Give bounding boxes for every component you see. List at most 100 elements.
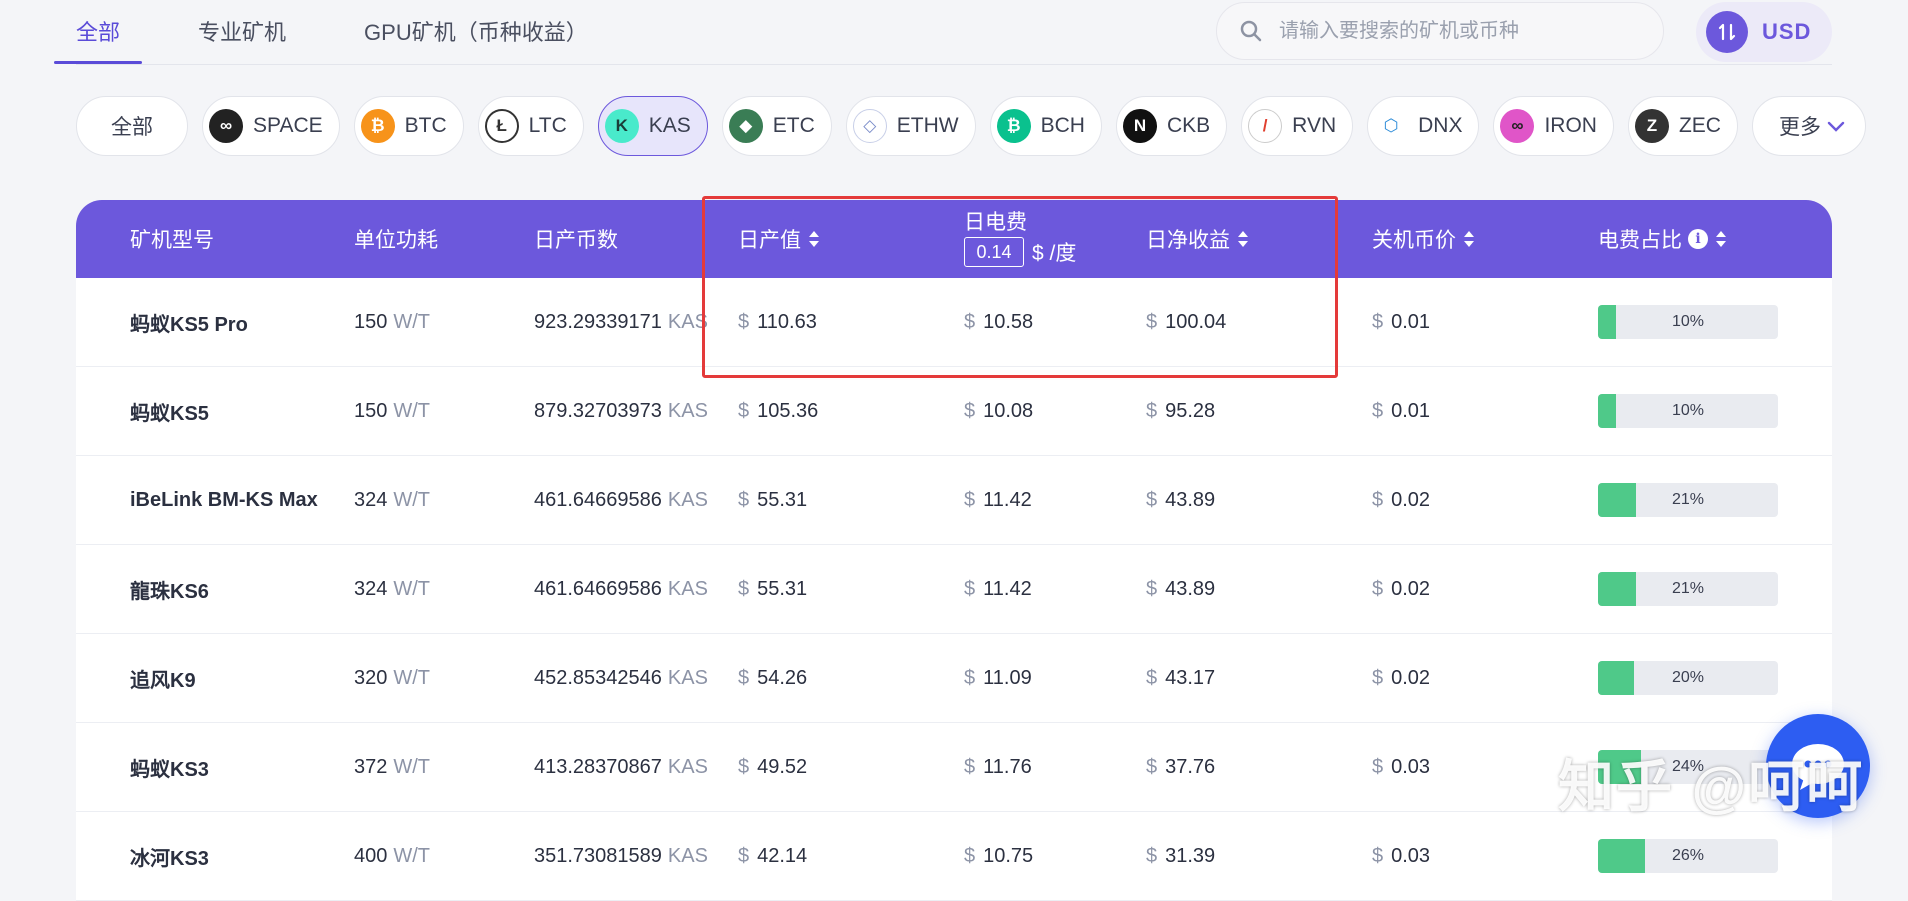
coin-filter-btc[interactable]: ₿ BTC <box>353 96 464 156</box>
cell-shutdown-price: $0.03 <box>1372 844 1431 867</box>
cell-shutdown-price: $0.03 <box>1372 755 1431 778</box>
coin-filter-ethw[interactable]: ◇ ETHW <box>845 96 976 156</box>
electricity-price-input[interactable]: 0.14 <box>964 237 1024 267</box>
coin-unit: KAS <box>667 399 708 422</box>
cell-model: 蚂蚁KS5 Pro <box>130 313 248 336</box>
cell-elec-ratio: 26% <box>1598 812 1778 900</box>
ethw-coin-icon: ◇ <box>852 109 887 143</box>
watermark: 知乎 @呵呵 <box>1558 755 1865 818</box>
cell-model: iBeLink BM-KS Max <box>130 488 318 511</box>
coin-filter-bch[interactable]: ₿ BCH <box>989 96 1102 156</box>
coin-filter-kas[interactable]: K KAS <box>597 96 708 156</box>
coin-label: ZEC <box>1678 114 1721 137</box>
cell-daily-profit: $100.04 <box>1146 310 1227 333</box>
coin-filter-space[interactable]: ∞ SPACE <box>202 96 340 156</box>
cell-daily-coins: 923.29339171 KAS <box>534 310 708 333</box>
tab-professional-miners[interactable]: 专业矿机 <box>198 0 286 64</box>
search-input[interactable] <box>1277 18 1641 44</box>
cell-power: 150 W/T <box>354 399 431 422</box>
coin-label: SPACE <box>253 114 323 137</box>
elec-ratio-label: 26% <box>1671 847 1705 864</box>
iron-coin-icon: ∞ <box>1500 109 1535 143</box>
coin-label: RVN <box>1292 114 1337 137</box>
coin-filter-iron[interactable]: ∞ IRON <box>1493 96 1614 156</box>
dnx-coin-icon: ⬡ <box>1374 109 1409 143</box>
coin-label: KAS <box>648 114 691 137</box>
tab-all[interactable]: 全部 <box>53 0 143 64</box>
coin-label: DNX <box>1418 114 1463 137</box>
coin-label: CKB <box>1166 114 1211 137</box>
cell-shutdown-price: $0.01 <box>1372 310 1431 333</box>
power-unit: W/T <box>393 755 431 778</box>
coin-filter-all[interactable]: 全部 <box>76 96 188 156</box>
coin-filter-rvn[interactable]: / RVN <box>1241 96 1354 156</box>
coin-filter-ckb[interactable]: N CKB <box>1115 96 1228 156</box>
elec-ratio-bar: 10% <box>1598 305 1778 339</box>
header-shutdown-price[interactable]: 关机币价 <box>1372 200 1474 278</box>
cell-daily-profit: $43.89 <box>1146 488 1216 511</box>
coin-unit: KAS <box>667 755 708 778</box>
coin-unit: KAS <box>667 577 708 600</box>
header-daily-value[interactable]: 日产值 <box>738 200 819 278</box>
table-row[interactable]: 蚂蚁KS5 Pro 150 W/T 923.29339171 KAS $110.63… <box>76 278 1832 367</box>
header-elec-ratio[interactable]: 电费占比 i <box>1598 200 1726 278</box>
table-row[interactable]: 蚂蚁KS5 150 W/T 879.32703973 KAS $105.36 $10… <box>76 367 1832 456</box>
cell-daily-coins: 413.28370867 KAS <box>534 755 708 778</box>
table-row[interactable]: 冰河KS3 400 W/T 351.73081589 KAS $42.14 $10.… <box>76 812 1832 901</box>
cell-elec-ratio: 21% <box>1598 545 1778 633</box>
cell-daily-coins: 452.85342546 KAS <box>534 666 708 689</box>
cell-daily-profit: $31.39 <box>1146 844 1216 867</box>
cell-elec-ratio: 20% <box>1598 634 1778 722</box>
elec-ratio-bar: 21% <box>1598 483 1778 517</box>
more-coins-button[interactable]: 更多 <box>1751 96 1866 156</box>
coin-label: ETHW <box>896 114 959 137</box>
sort-icon <box>809 231 819 247</box>
tab-gpu-miners[interactable]: GPU矿机（币种收益） <box>364 0 588 64</box>
power-unit: W/T <box>393 844 431 867</box>
cell-daily-elec: $11.76 <box>964 755 1032 778</box>
coin-filter-etc[interactable]: ◆ ETC <box>721 96 832 156</box>
power-unit: W/T <box>393 666 431 689</box>
power-unit: W/T <box>393 488 431 511</box>
cell-power: 320 W/T <box>354 666 431 689</box>
swap-icon <box>1706 11 1748 53</box>
cell-shutdown-price: $0.01 <box>1372 399 1431 422</box>
ckb-coin-icon: N <box>1122 109 1157 143</box>
coin-unit: KAS <box>667 488 708 511</box>
info-icon[interactable]: i <box>1688 229 1708 249</box>
cell-model: 蚂蚁KS5 <box>130 402 209 425</box>
elec-ratio-label: 10% <box>1671 313 1705 330</box>
table-row[interactable]: iBeLink BM-KS Max 324 W/T 461.64669586 KAS… <box>76 456 1832 545</box>
coin-filter-zec[interactable]: Z ZEC <box>1627 96 1738 156</box>
search-box[interactable] <box>1216 2 1664 60</box>
coin-label: 全部 <box>111 116 153 139</box>
coin-filter-ltc[interactable]: Ł LTC <box>477 96 584 156</box>
cell-daily-elec: $10.58 <box>964 310 1034 333</box>
cell-model: 追风K9 <box>130 669 196 692</box>
coin-label: LTC <box>528 114 567 137</box>
header-daily-profit[interactable]: 日净收益 <box>1146 200 1248 278</box>
currency-switch[interactable]: USD <box>1696 2 1832 62</box>
table-row[interactable]: 追风K9 320 W/T 452.85342546 KAS $54.26 $11.0… <box>76 634 1832 723</box>
cell-daily-value: $49.52 <box>738 755 808 778</box>
cell-model: 蚂蚁KS3 <box>130 758 209 781</box>
bch-coin-icon: ₿ <box>996 109 1031 143</box>
cell-daily-elec: $10.08 <box>964 399 1034 422</box>
cell-daily-elec: $11.42 <box>964 488 1032 511</box>
header-model: 矿机型号 <box>130 229 214 252</box>
tabs-divider <box>76 64 1832 65</box>
coin-filter-row: 全部 ∞ SPACE ₿ BTC Ł LTC K KAS ◆ ETC ◇ ETH… <box>76 96 1866 156</box>
cell-daily-profit: $95.28 <box>1146 399 1216 422</box>
coin-label: BTC <box>404 114 447 137</box>
table-row[interactable]: 龍珠KS6 324 W/T 461.64669586 KAS $55.31 $11.… <box>76 545 1832 634</box>
cell-daily-coins: 461.64669586 KAS <box>534 577 708 600</box>
header-daily-elec: 日电费 0.14 $ /度 <box>964 211 1077 267</box>
cell-elec-ratio: 21% <box>1598 456 1778 544</box>
sort-icon <box>1464 231 1474 247</box>
btc-coin-icon: ₿ <box>360 109 395 143</box>
elec-ratio-label: 21% <box>1671 580 1705 597</box>
coin-filter-dnx[interactable]: ⬡ DNX <box>1367 96 1480 156</box>
elec-ratio-label: 10% <box>1671 402 1705 419</box>
header-power: 单位功耗 <box>354 229 438 252</box>
cell-model: 龍珠KS6 <box>130 580 209 603</box>
